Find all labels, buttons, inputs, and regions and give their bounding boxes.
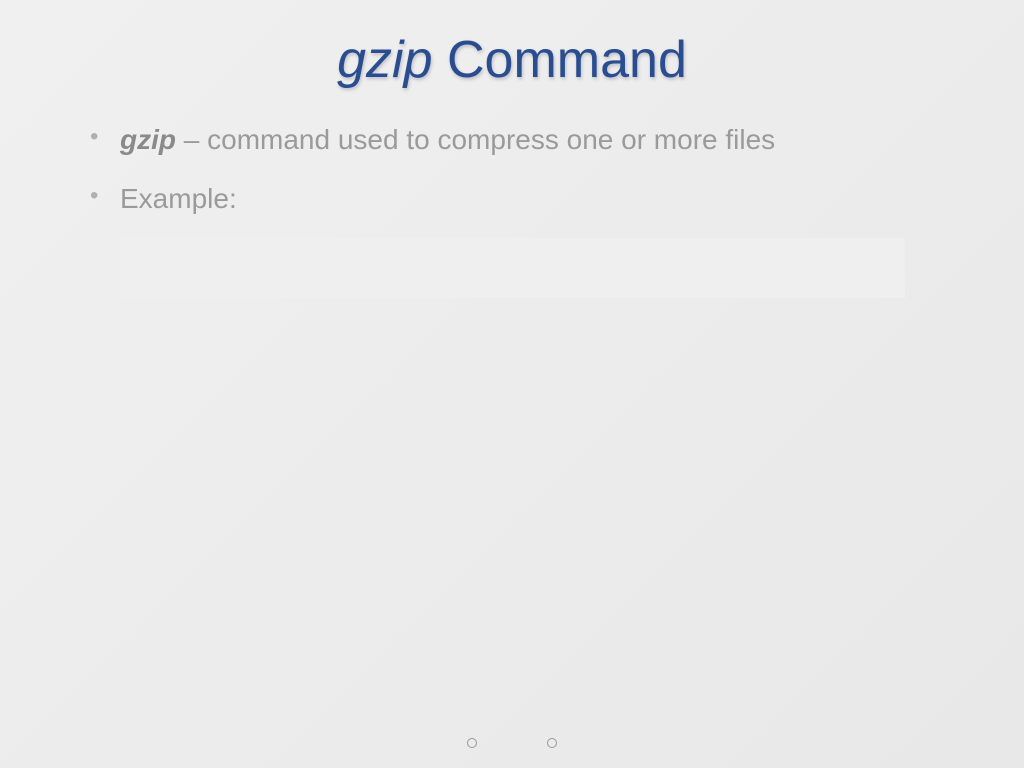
slide-container: gzip Command gzip – command used to comp… xyxy=(0,0,1024,768)
terminal-screenshot: . .. . . _ .. .._.. ..... .... .. [me@li… xyxy=(120,238,905,298)
terminal-partial-top: . .. . . _ .. .._.. ..... .... .. xyxy=(130,287,895,299)
terminal-content: . .. . . _ .. .._.. ..... .... .. [me@li… xyxy=(120,238,905,298)
bullet-text-1: – command used to compress one or more f… xyxy=(176,124,775,155)
title-rest-part: Command xyxy=(433,31,687,89)
nav-dot-prev[interactable] xyxy=(467,738,477,748)
bullet-bold-1: gzip xyxy=(120,124,176,155)
bullet-item-1: gzip – command used to compress one or m… xyxy=(90,120,964,159)
bullet-list: gzip – command used to compress one or m… xyxy=(60,120,964,218)
nav-dot-next[interactable] xyxy=(547,738,557,748)
navigation-dots xyxy=(0,738,1024,748)
slide-title: gzip Command xyxy=(60,30,964,90)
bullet-item-2: Example: xyxy=(90,179,964,218)
bullet-text-2: Example: xyxy=(120,183,237,214)
title-italic-part: gzip xyxy=(337,31,432,89)
